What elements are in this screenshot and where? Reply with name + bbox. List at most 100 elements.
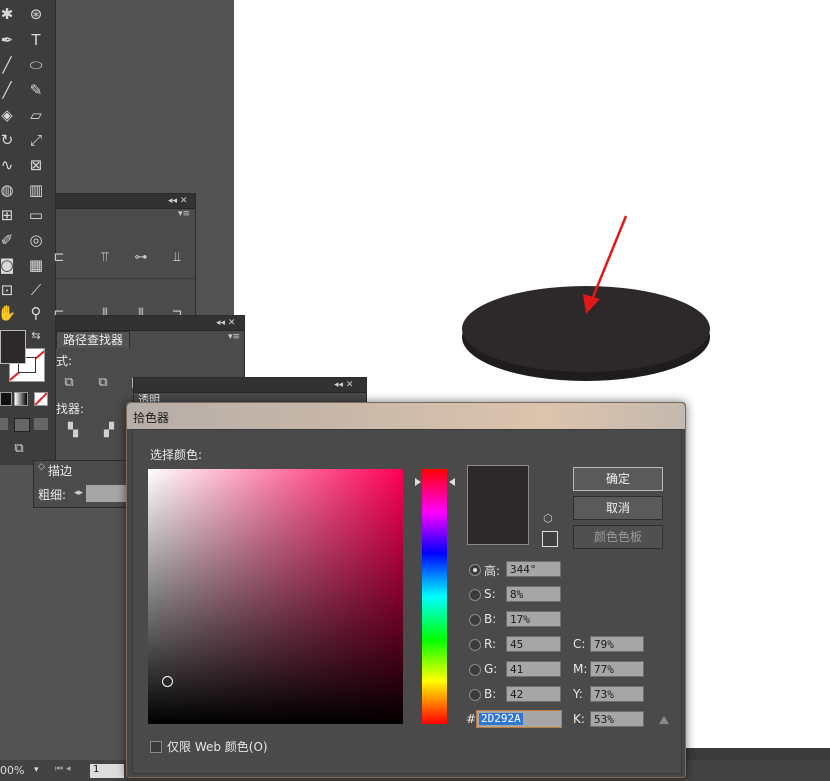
pen-icon[interactable]: ✒	[0, 30, 18, 50]
green-radio[interactable]	[469, 664, 481, 676]
mesh-icon[interactable]: ⊞	[0, 205, 18, 225]
zoom-dropdown-icon[interactable]: ▾	[34, 765, 39, 775]
brightness-input[interactable]: 17%	[506, 611, 561, 627]
column-graph-icon[interactable]: ▦	[25, 255, 47, 275]
black-input[interactable]: 53%	[590, 711, 644, 727]
weight-stepper-icon[interactable]: ◂▸	[74, 488, 83, 498]
zoom-icon[interactable]: ⚲	[25, 303, 47, 323]
blob-brush-icon[interactable]: ◈	[0, 105, 18, 125]
green-label: G:	[484, 662, 498, 676]
select-color-label: 选择颜色:	[150, 448, 203, 462]
first-page-icon[interactable]: ⏮ ◂	[55, 764, 70, 774]
draw-inside-icon[interactable]	[34, 418, 48, 430]
align-top-icon[interactable]: ⫪	[96, 249, 114, 267]
stroke-weight-input[interactable]	[86, 485, 126, 502]
align-vcenter-icon[interactable]: ⊶	[132, 249, 150, 267]
none-mode-icon[interactable]	[34, 392, 48, 406]
minus-front-icon[interactable]: ⧉	[94, 374, 112, 392]
out-of-gamut-warning-icon	[659, 716, 669, 724]
blue-input[interactable]: 42	[506, 686, 561, 702]
ellipse-tool-icon[interactable]: ⬭	[25, 55, 47, 75]
red-input[interactable]: 45	[506, 636, 561, 652]
tab-stroke[interactable]: 描边	[48, 462, 72, 479]
hex-input[interactable]: 2D292A	[476, 710, 562, 728]
scale-icon[interactable]: ⤢	[25, 130, 47, 150]
draw-behind-icon[interactable]	[14, 418, 30, 432]
yellow-input[interactable]: 73%	[590, 686, 644, 702]
brightness-radio[interactable]	[469, 614, 481, 626]
panel-controls[interactable]: ◂◂ ✕	[334, 378, 353, 392]
hue-input[interactable]: 344°	[506, 561, 561, 577]
dialog-title-bar[interactable]: 拾色器	[127, 403, 685, 429]
hue-label: 高:	[484, 564, 501, 578]
saturation-label: S:	[484, 587, 496, 601]
fill-swatch[interactable]	[0, 330, 26, 364]
hue-slider-right-handle[interactable]	[449, 478, 455, 486]
canvas-drawing	[462, 215, 710, 381]
eraser-icon[interactable]: ▱	[25, 105, 47, 125]
collapse-icon[interactable]: ◇	[38, 462, 45, 472]
hue-slider-left-handle[interactable]	[415, 478, 421, 486]
page-number[interactable]: 1	[90, 764, 124, 778]
yellow-label: Y:	[573, 687, 583, 701]
saturation-input[interactable]: 8%	[506, 586, 561, 602]
saturation-radio[interactable]	[469, 589, 481, 601]
screen-mode-icon[interactable]: ⧉	[8, 439, 30, 459]
symbol-sprayer-icon[interactable]: ◙	[0, 255, 18, 275]
pencil-icon[interactable]: ✎	[25, 80, 47, 100]
cyan-input[interactable]: 79%	[590, 636, 644, 652]
saturation-brightness-field[interactable]	[148, 469, 403, 724]
gradient-mode-icon[interactable]	[14, 392, 28, 406]
line-icon[interactable]: ╱	[0, 55, 18, 75]
stroke-panel: ◇ 描边 粗细: ◂▸	[33, 460, 135, 508]
cancel-button[interactable]: 取消	[573, 496, 663, 520]
align-left-icon[interactable]: ⊏	[50, 249, 68, 267]
magenta-input[interactable]: 77%	[590, 661, 644, 677]
web-safe-cube-icon: ⬡	[543, 512, 553, 525]
warp-icon[interactable]: ∿	[0, 155, 18, 175]
web-only-label: 仅限 Web 颜色(O)	[167, 740, 268, 754]
artboard-tool-icon[interactable]: ⊡	[0, 280, 18, 300]
trim-icon[interactable]: ▞	[100, 422, 118, 440]
shape-builder-icon[interactable]: ◍	[0, 180, 18, 200]
hue-radio[interactable]	[469, 564, 481, 576]
cyan-label: C:	[573, 637, 586, 651]
unite-icon[interactable]: ⧉	[60, 374, 78, 392]
eyedropper-icon[interactable]: ✐	[0, 230, 18, 250]
color-mode-icon[interactable]	[0, 392, 12, 406]
divide-icon[interactable]: ▚	[64, 422, 82, 440]
panel-menu-icon[interactable]: ▾≡	[178, 209, 190, 219]
zoom-level[interactable]: 00%	[0, 764, 24, 777]
panel-controls[interactable]: ◂◂ ✕	[168, 194, 187, 208]
panel-controls[interactable]: ◂◂ ✕	[216, 316, 235, 330]
hand-icon[interactable]: ✋	[0, 303, 18, 323]
hue-slider[interactable]	[422, 469, 447, 724]
free-transform-icon[interactable]: ⊠	[25, 155, 47, 175]
web-safe-swatch[interactable]	[542, 531, 558, 547]
type-icon[interactable]: T	[25, 30, 47, 50]
web-only-checkbox[interactable]	[150, 741, 162, 753]
magic-wand-icon[interactable]: ✱	[0, 4, 18, 24]
hex-label: #	[466, 712, 477, 726]
tab-pathfinder[interactable]: 路径查找器	[56, 331, 131, 348]
perspective-icon[interactable]: ▥	[25, 180, 47, 200]
brush-icon[interactable]: ╱	[0, 80, 18, 100]
ok-button[interactable]: 确定	[573, 467, 663, 491]
lasso-icon[interactable]: ⊛	[25, 4, 47, 24]
blend-icon[interactable]: ◎	[25, 230, 47, 250]
blue-radio[interactable]	[469, 689, 481, 701]
draw-normal-icon[interactable]	[0, 418, 8, 430]
black-label: K:	[573, 712, 585, 726]
blue-label: B:	[484, 687, 497, 701]
red-radio[interactable]	[469, 639, 481, 651]
rotate-icon[interactable]: ↻	[0, 130, 18, 150]
gradient-icon[interactable]: ▭	[25, 205, 47, 225]
color-swatches-button[interactable]: 颜色色板	[573, 525, 663, 549]
green-input[interactable]: 41	[506, 661, 561, 677]
panel-menu-icon[interactable]: ▾≡	[228, 332, 240, 342]
color-marker[interactable]	[162, 676, 173, 687]
align-bottom-icon[interactable]: ⫫	[168, 249, 186, 267]
pathfinders-label: 找器:	[56, 402, 85, 416]
slice-icon[interactable]: ⟋	[25, 280, 47, 300]
swap-colors-icon[interactable]: ⇆	[25, 326, 47, 346]
